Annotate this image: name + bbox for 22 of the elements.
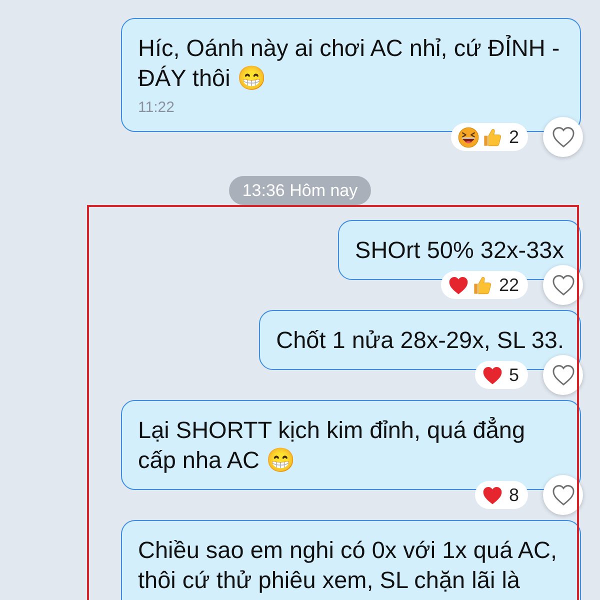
heart-icon bbox=[482, 364, 503, 386]
like-button[interactable] bbox=[543, 117, 583, 157]
reaction-count: 2 bbox=[508, 126, 519, 148]
reaction-summary[interactable]: 2 bbox=[450, 123, 528, 151]
reaction-summary[interactable]: 8 bbox=[474, 481, 528, 509]
reaction-summary[interactable]: 5 bbox=[474, 361, 528, 389]
reaction-count: 22 bbox=[498, 274, 519, 296]
thumbs-up-icon bbox=[472, 274, 493, 296]
laughing-face-icon bbox=[458, 126, 479, 148]
message-text: Híc, Oánh này ai chơi AC nhỉ, cứ ĐỈNH - ĐÁY thôi 😁 bbox=[138, 34, 561, 93]
heart-icon bbox=[448, 274, 469, 296]
message-text: SHOrt 50% 32x-33x bbox=[355, 236, 564, 265]
thumbs-up-icon bbox=[482, 126, 503, 148]
message-time: 11:22 bbox=[138, 99, 176, 117]
date-divider: 13:36 Hôm nay bbox=[229, 176, 371, 205]
reaction-summary[interactable]: 22 bbox=[440, 271, 528, 299]
message-text: Lại SHORTT kịch kim đỉnh, quá đẳng cấp nha AC 😁 bbox=[138, 416, 526, 475]
message-text: Chiều sao em nghi có 0x với 1x quá AC, thôi cứ thử phiêu xem, SL chặn lãi là bbox=[138, 536, 558, 595]
reaction-count: 8 bbox=[508, 484, 519, 506]
message-text: Chốt 1 nửa 28x-29x, SL 33. bbox=[276, 326, 564, 355]
reaction-count: 5 bbox=[508, 364, 519, 386]
heart-icon bbox=[482, 484, 503, 506]
